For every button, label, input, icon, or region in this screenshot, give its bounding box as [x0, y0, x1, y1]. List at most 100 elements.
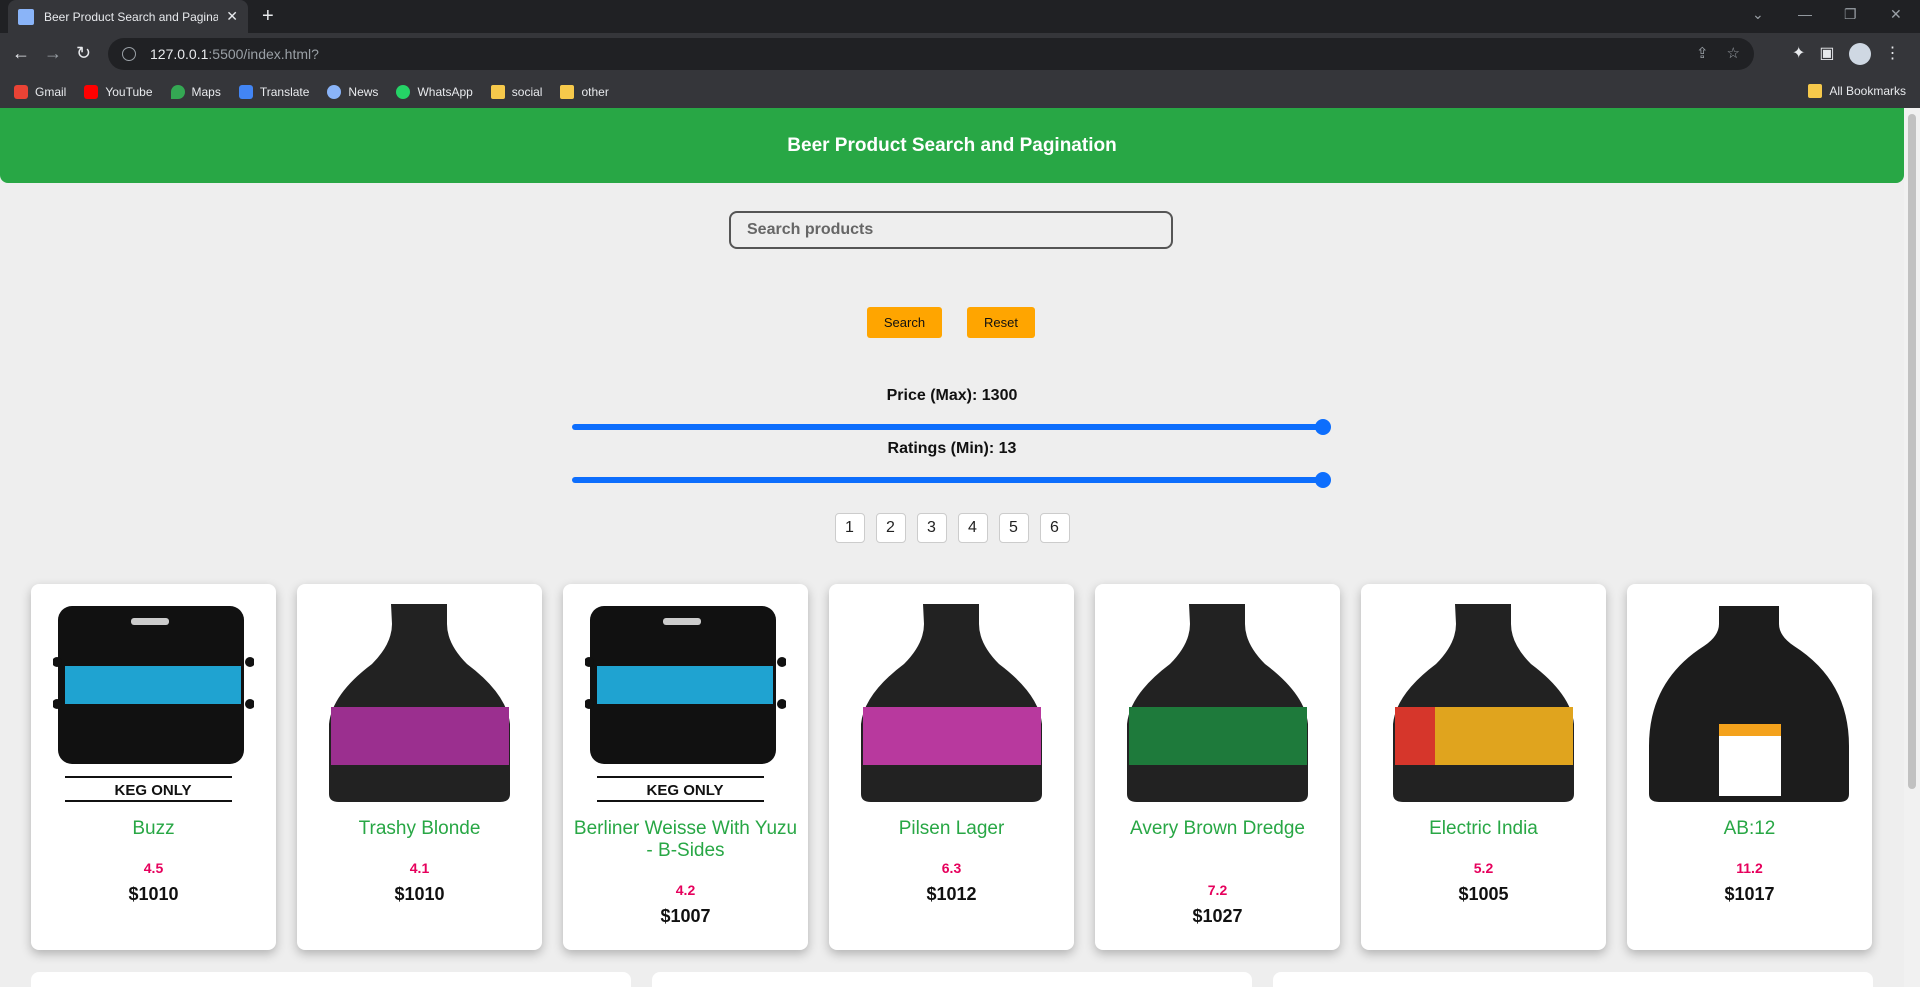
page-button-2[interactable]: 2	[875, 513, 906, 543]
extensions-icon[interactable]: ✦	[1792, 43, 1805, 65]
product-card[interactable]: KEG ONLY Buzz 4.5 $1010	[31, 584, 276, 950]
product-card[interactable]: Pilsen Lager 6.3 $1012	[829, 584, 1074, 950]
tab-search-icon[interactable]: ⌄	[1752, 6, 1764, 23]
product-price: $1010	[394, 884, 445, 904]
page-title: Beer Product Search and Pagination	[787, 134, 1117, 156]
close-window-icon[interactable]: ✕	[1890, 6, 1902, 23]
page-viewport: Beer Product Search and Pagination Searc…	[0, 108, 1904, 987]
browser-tab[interactable]: Beer Product Search and Paginat ✕	[8, 0, 248, 33]
address-bar[interactable]: 127.0.0.1:5500/index.html? ⇪ ☆	[108, 38, 1754, 70]
profile-avatar[interactable]	[1848, 43, 1871, 65]
whatsapp-icon	[396, 85, 411, 99]
site-info-icon[interactable]	[122, 47, 136, 61]
bookmark-news[interactable]: News	[327, 85, 378, 99]
ratings-slider[interactable]	[572, 472, 1331, 488]
share-icon[interactable]: ⇪	[1696, 44, 1709, 62]
product-price: $1012	[926, 884, 977, 904]
pagination: 1 2 3 4 5 6	[0, 513, 1904, 543]
forward-icon[interactable]: →	[44, 43, 62, 63]
price-slider-thumb[interactable]	[1315, 419, 1331, 435]
product-rating: 4.1	[409, 860, 430, 876]
keg-only-text: KEG ONLY	[115, 782, 192, 799]
product-price: $1007	[660, 906, 711, 926]
folder-icon	[490, 85, 505, 99]
product-image: KEG ONLY	[53, 606, 254, 802]
bookmark-other[interactable]: other	[560, 85, 609, 99]
page-button-1[interactable]: 1	[834, 513, 865, 543]
back-icon[interactable]: ←	[12, 43, 30, 63]
product-image	[861, 604, 1042, 802]
product-rating: 6.3	[941, 860, 962, 876]
page-button-3[interactable]: 3	[916, 513, 947, 543]
bookmark-social[interactable]: social	[490, 85, 542, 99]
product-name: Berliner Weisse With Yuzu - B-Sides	[573, 818, 798, 861]
bookmark-translate[interactable]: Translate	[238, 85, 309, 99]
browser-tabstrip: Beer Product Search and Paginat ✕ + ⌄ — …	[0, 0, 1920, 33]
new-tab-icon[interactable]: +	[262, 5, 274, 27]
bookmark-star-icon[interactable]: ☆	[1727, 44, 1740, 62]
page-button-5[interactable]: 5	[998, 513, 1029, 543]
product-rating: 5.2	[1473, 860, 1494, 876]
product-name: Electric India	[1429, 818, 1538, 839]
product-image: KEG ONLY	[585, 606, 786, 802]
keg-only-text: KEG ONLY	[647, 782, 724, 799]
product-name: Pilsen Lager	[898, 818, 1005, 839]
product-rating: 11.2	[1736, 860, 1763, 876]
product-card[interactable]: Avery Brown Dredge 7.2 $1027	[1095, 584, 1340, 950]
tab-favicon-icon	[18, 8, 34, 25]
product-image	[1127, 604, 1308, 802]
product-name: Buzz	[132, 818, 175, 839]
product-price: $1010	[128, 884, 179, 904]
product-rating: 7.2	[1207, 882, 1228, 898]
product-card-partial[interactable]	[652, 972, 1252, 987]
product-price: $1017	[1724, 884, 1775, 904]
reload-icon[interactable]: ↻	[76, 43, 91, 63]
ratings-slider-label: Ratings (Min): 13	[887, 440, 1017, 457]
page-button-6[interactable]: 6	[1039, 513, 1070, 543]
menu-icon[interactable]: ⋮	[1885, 43, 1901, 65]
product-name: Trashy Blonde	[358, 818, 481, 839]
scrollbar-thumb[interactable]	[1908, 114, 1916, 789]
minimize-icon[interactable]: —	[1798, 6, 1812, 22]
page-scrollbar[interactable]	[1904, 108, 1920, 987]
bookmark-maps[interactable]: Maps	[170, 85, 221, 99]
product-image	[1393, 604, 1574, 802]
product-name: AB:12	[1723, 818, 1776, 839]
product-image	[329, 604, 510, 802]
bookmark-gmail[interactable]: Gmail	[14, 85, 66, 99]
all-bookmarks[interactable]: All Bookmarks	[1808, 84, 1906, 98]
bookmarks-bar: Gmail YouTube Maps Translate News WhatsA…	[0, 76, 1920, 108]
product-card[interactable]: Trashy Blonde 4.1 $1010	[297, 584, 542, 950]
folder-icon	[1808, 84, 1823, 98]
reset-button[interactable]: Reset	[967, 307, 1035, 338]
product-rating: 4.5	[143, 860, 164, 876]
folder-icon	[560, 85, 575, 99]
product-card[interactable]: AB:12 11.2 $1017	[1627, 584, 1872, 950]
product-card-partial[interactable]	[31, 972, 631, 987]
bookmark-youtube[interactable]: YouTube	[84, 85, 153, 99]
page-header: Beer Product Search and Pagination	[0, 108, 1904, 183]
gmail-icon	[14, 85, 28, 99]
product-rating: 4.2	[675, 882, 696, 898]
side-panel-icon[interactable]: ▣	[1819, 43, 1834, 65]
restore-icon[interactable]: ❐	[1844, 6, 1857, 23]
search-input[interactable]	[729, 211, 1173, 249]
page-button-4[interactable]: 4	[957, 513, 988, 543]
product-image	[1649, 606, 1849, 802]
bookmark-whatsapp[interactable]: WhatsApp	[396, 85, 473, 99]
product-card[interactable]: KEG ONLY Berliner Weisse With Yuzu - B-S…	[563, 584, 808, 950]
maps-icon	[170, 85, 185, 99]
translate-icon	[238, 85, 253, 99]
product-price: $1005	[1458, 884, 1509, 904]
ratings-slider-thumb[interactable]	[1315, 472, 1331, 488]
browser-toolbar: ← → ↻ 127.0.0.1:5500/index.html? ⇪ ☆ ✦ ▣…	[0, 33, 1920, 76]
tab-close-icon[interactable]: ✕	[226, 8, 238, 25]
news-icon	[327, 85, 342, 99]
product-card-partial[interactable]	[1273, 972, 1873, 987]
tab-title: Beer Product Search and Paginat	[44, 9, 219, 24]
search-button[interactable]: Search	[867, 307, 942, 338]
price-slider[interactable]	[572, 419, 1331, 435]
product-name: Avery Brown Dredge	[1130, 818, 1305, 839]
youtube-icon	[84, 85, 99, 99]
product-card[interactable]: Electric India 5.2 $1005	[1361, 584, 1606, 950]
